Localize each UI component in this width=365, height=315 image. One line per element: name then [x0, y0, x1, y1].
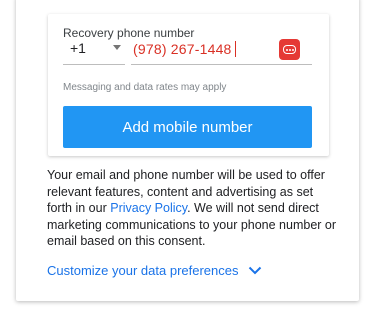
text-caret — [234, 41, 236, 57]
customize-data-preferences-link[interactable]: Customize your data preferences — [47, 263, 262, 278]
phone-input-value[interactable]: (978) 267-1448 — [133, 41, 232, 57]
phone-label: Recovery phone number — [63, 26, 195, 40]
phone-input-underline — [131, 64, 312, 65]
message-dots-icon — [283, 45, 296, 54]
country-code-underline — [63, 64, 125, 65]
sms-autofill-icon[interactable] — [279, 39, 300, 60]
add-mobile-number-button[interactable]: Add mobile number — [63, 106, 312, 148]
privacy-policy-link[interactable]: Privacy Policy — [110, 201, 187, 215]
phone-input[interactable]: (978) 267-1448 — [133, 41, 236, 57]
dropdown-arrow-icon[interactable] — [113, 45, 121, 50]
chevron-down-icon[interactable] — [248, 266, 262, 275]
consent-text: Your email and phone number will be used… — [47, 167, 339, 250]
customize-label[interactable]: Customize your data preferences — [47, 263, 238, 278]
sms-rates-note: Messaging and data rates may apply — [63, 82, 227, 93]
country-code-select[interactable]: +1 — [70, 40, 86, 56]
